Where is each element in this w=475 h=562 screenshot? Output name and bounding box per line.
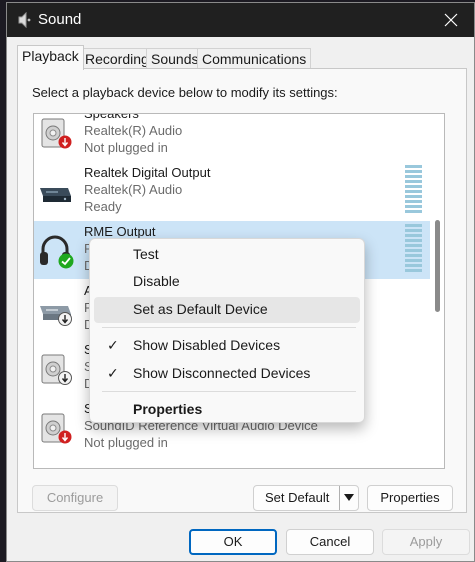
menu-item-disable[interactable]: Disable xyxy=(94,269,360,295)
properties-button[interactable]: Properties xyxy=(367,485,453,511)
ok-button[interactable]: OK xyxy=(189,529,277,555)
menu-separator xyxy=(102,391,356,392)
menu-item-properties[interactable]: Properties xyxy=(94,397,360,423)
device-status: Not plugged in xyxy=(84,435,168,450)
context-menu: Test Disable Set as Default Device ✓ Sho… xyxy=(89,238,365,423)
menu-item-set-default[interactable]: Set as Default Device xyxy=(94,297,360,323)
menu-item-label: Test xyxy=(133,246,159,262)
digital-output-icon xyxy=(38,292,74,328)
device-status: Not plugged in xyxy=(84,140,168,155)
menu-item-label: Show Disabled Devices xyxy=(133,337,281,353)
disabled-badge-icon xyxy=(58,371,72,388)
unplugged-badge-icon xyxy=(58,430,72,447)
tab-communications[interactable]: Communications xyxy=(197,48,312,69)
disabled-badge-icon xyxy=(58,312,72,329)
headphones-icon xyxy=(38,233,74,269)
menu-item-test[interactable]: Test xyxy=(94,242,360,268)
tab-playback[interactable]: Playback xyxy=(17,45,84,70)
device-name: Speakers xyxy=(84,113,139,121)
default-check-badge-icon xyxy=(58,253,74,272)
menu-item-label: Set as Default Device xyxy=(133,301,268,317)
configure-button[interactable]: Configure xyxy=(32,485,118,511)
speaker-icon xyxy=(38,410,74,446)
apply-button[interactable]: Apply xyxy=(382,529,470,555)
unplugged-badge-icon xyxy=(58,135,72,152)
volume-level-meter xyxy=(405,165,422,215)
checkmark-icon: ✓ xyxy=(107,365,119,381)
instruction-text: Select a playback device below to modify… xyxy=(32,85,338,100)
menu-item-label: Disable xyxy=(133,273,180,289)
set-default-dropdown[interactable] xyxy=(339,486,358,510)
speaker-icon xyxy=(38,351,74,387)
device-name: Realtek Digital Output xyxy=(84,165,211,180)
digital-output-icon xyxy=(38,174,74,210)
cancel-button[interactable]: Cancel xyxy=(286,529,374,555)
list-item[interactable]: Speakers Realtek(R) Audio Not plugged in xyxy=(34,113,430,161)
vertical-scrollbar[interactable] xyxy=(430,114,444,468)
menu-separator xyxy=(102,327,356,328)
device-driver: Realtek(R) Audio xyxy=(84,123,183,138)
menu-item-show-disconnected[interactable]: ✓ Show Disconnected Devices xyxy=(94,361,360,387)
close-icon xyxy=(444,13,458,27)
menu-item-show-disabled[interactable]: ✓ Show Disabled Devices xyxy=(94,333,360,359)
device-status: Ready xyxy=(84,199,122,214)
list-item[interactable]: Realtek Digital Output Realtek(R) Audio … xyxy=(34,162,430,220)
window-title: Sound xyxy=(38,11,82,28)
tab-recording[interactable]: Recording xyxy=(80,48,154,69)
speaker-icon xyxy=(38,115,74,151)
checkmark-icon: ✓ xyxy=(107,337,119,353)
volume-level-meter xyxy=(405,224,422,274)
speaker-app-icon xyxy=(17,11,32,31)
set-default-button[interactable]: Set Default xyxy=(265,490,329,505)
menu-item-label: Properties xyxy=(133,401,203,417)
device-driver: Realtek(R) Audio xyxy=(84,182,183,197)
scrollbar-thumb[interactable] xyxy=(435,220,440,312)
menu-item-label: Show Disconnected Devices xyxy=(133,365,311,381)
set-default-split-button[interactable]: Set Default xyxy=(253,485,359,511)
chevron-down-icon xyxy=(344,494,354,501)
close-button[interactable] xyxy=(428,3,474,37)
title-bar: Sound xyxy=(7,3,474,37)
tab-sounds[interactable]: Sounds xyxy=(146,48,204,69)
device-name: RME Output xyxy=(84,224,156,239)
